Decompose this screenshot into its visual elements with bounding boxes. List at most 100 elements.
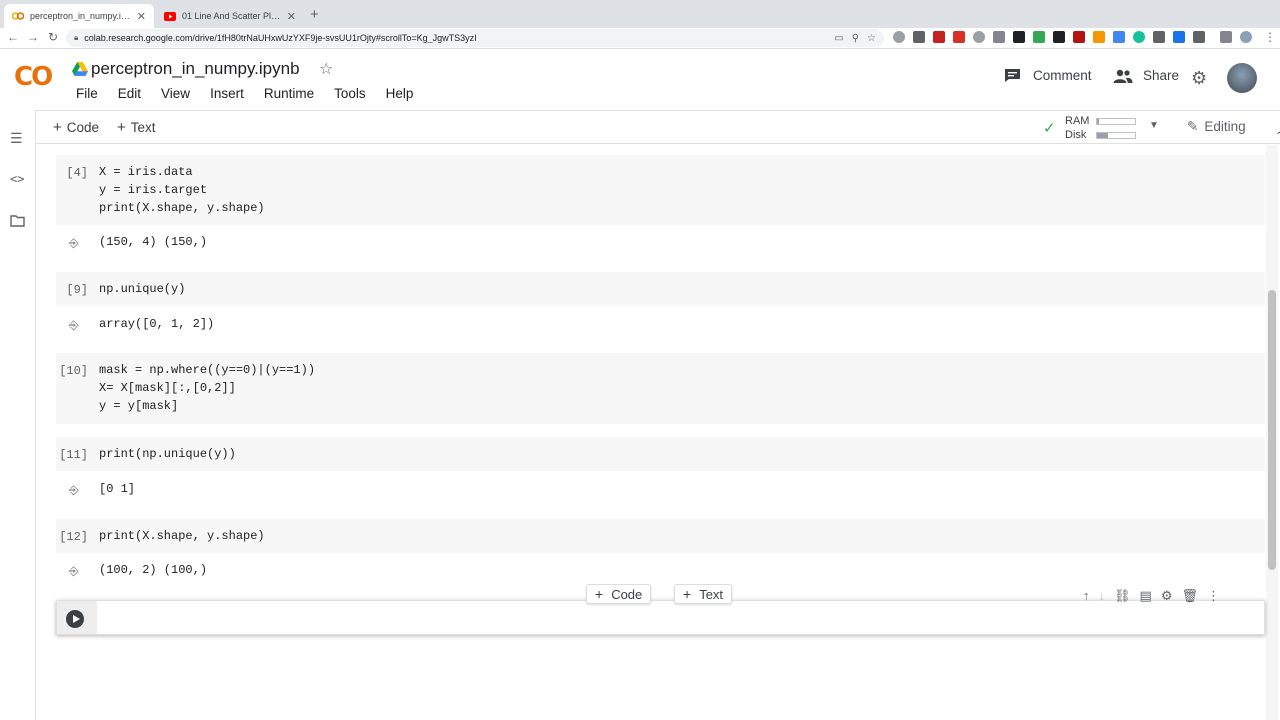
- cell-settings-icon[interactable]: ⚙: [1161, 588, 1173, 604]
- extension-icon[interactable]: [1153, 31, 1165, 43]
- extension-icon[interactable]: [1033, 31, 1045, 43]
- share-button[interactable]: Share: [1113, 68, 1179, 83]
- colab-logo[interactable]: CO: [14, 62, 53, 92]
- menu-help[interactable]: Help: [376, 86, 424, 101]
- pencil-icon: ✎: [1187, 119, 1199, 134]
- insert-code-cell-button[interactable]: + Code: [586, 584, 652, 604]
- code-cell[interactable]: [9] np.unique(y): [56, 272, 1265, 306]
- move-down-icon[interactable]: ↓: [1099, 588, 1106, 604]
- extension-icon[interactable]: [1113, 31, 1125, 43]
- code-line: y = y[mask]: [99, 399, 179, 413]
- link-icon[interactable]: ⛓: [1114, 588, 1131, 604]
- menu-insert[interactable]: Insert: [200, 86, 254, 101]
- code-editor[interactable]: print(np.unique(y)): [99, 445, 236, 463]
- chevron-down-icon[interactable]: ▼: [1149, 120, 1159, 131]
- bookmark-star-icon[interactable]: ☆: [867, 33, 876, 44]
- scrollbar-thumb[interactable]: [1268, 290, 1276, 570]
- output-icon[interactable]: ⎆: [69, 236, 79, 251]
- code-line: X= X[mask][:,[0,2]]: [99, 381, 236, 395]
- profile-avatar-icon[interactable]: [1240, 31, 1252, 43]
- menu-file[interactable]: File: [66, 86, 108, 101]
- run-cell-button[interactable]: [66, 610, 84, 628]
- browser-tab-inactive[interactable]: 01 Line And Scatter Plots - Yo ✕: [156, 4, 304, 28]
- table-of-contents-icon[interactable]: ☰: [10, 130, 23, 147]
- grammarly-icon[interactable]: [1133, 31, 1145, 43]
- tab-title: perceptron_in_numpy.ipynb - C: [30, 11, 133, 21]
- tab-title: 01 Line And Scatter Plots - Yo: [182, 11, 283, 21]
- files-folder-icon[interactable]: [10, 214, 25, 230]
- output-icon[interactable]: ⎆: [69, 564, 79, 579]
- star-icon[interactable]: ☆: [319, 59, 333, 79]
- menu-runtime[interactable]: Runtime: [254, 86, 324, 101]
- ram-bar-fill: [1097, 119, 1099, 124]
- user-avatar[interactable]: [1227, 63, 1257, 93]
- zoom-icon[interactable]: ⚲: [852, 33, 859, 44]
- new-code-cell[interactable]: [56, 600, 1265, 635]
- code-editor[interactable]: np.unique(y): [99, 280, 185, 298]
- browser-tabstrip: perceptron_in_numpy.ipynb - C ✕ 01 Line …: [0, 0, 1280, 28]
- execution-count: [10]: [59, 364, 88, 378]
- comment-icon[interactable]: ▤: [1140, 588, 1152, 604]
- menu-tools[interactable]: Tools: [324, 86, 376, 101]
- menu-view[interactable]: View: [151, 86, 200, 101]
- forward-icon[interactable]: →: [25, 30, 41, 44]
- move-up-icon[interactable]: ↑: [1083, 588, 1090, 604]
- share-label: Share: [1143, 68, 1180, 83]
- editing-label: Editing: [1204, 119, 1246, 134]
- code-editor[interactable]: mask = np.where((y==0)|(y==1)) X= X[mask…: [99, 361, 315, 415]
- reload-icon[interactable]: ↻: [45, 30, 61, 44]
- comment-button[interactable]: Comment: [1004, 68, 1092, 83]
- code-cell[interactable]: [10] mask = np.where((y==0)|(y==1)) X= X…: [56, 353, 1265, 424]
- extension-icon[interactable]: [1193, 31, 1205, 43]
- share-people-icon: [1113, 69, 1133, 83]
- output-icon[interactable]: ⎆: [69, 483, 79, 498]
- rss-extension-icon[interactable]: [1093, 31, 1105, 43]
- code-editor[interactable]: print(X.shape, y.shape): [99, 527, 265, 545]
- close-tab-icon[interactable]: ✕: [137, 10, 146, 23]
- settings-gear-icon[interactable]: ⚙: [1191, 68, 1207, 89]
- plus-icon: +: [117, 119, 126, 136]
- menu-edit[interactable]: Edit: [108, 86, 151, 101]
- editing-mode-button[interactable]: ✎ Editing: [1187, 119, 1246, 135]
- extension-icon[interactable]: [993, 31, 1005, 43]
- add-text-label: Text: [130, 120, 156, 135]
- extension-icon[interactable]: [913, 31, 925, 43]
- code-editor[interactable]: X = iris.data y = iris.target print(X.sh…: [99, 163, 265, 217]
- gmail-extension-icon[interactable]: [933, 31, 945, 43]
- code-line: print(X.shape, y.shape): [99, 201, 265, 215]
- add-code-cell-button[interactable]: + Code: [53, 119, 99, 136]
- youtube-favicon-icon: [164, 10, 176, 22]
- extension-icon[interactable]: [953, 31, 965, 43]
- insert-text-cell-button[interactable]: + Text: [674, 584, 733, 604]
- code-snippets-icon[interactable]: <>: [10, 172, 24, 186]
- address-bar[interactable]: 🔒︎ colab.research.google.com/drive/1fH80…: [66, 29, 884, 47]
- extension-icon[interactable]: [893, 31, 905, 43]
- lock-icon: 🔒︎: [74, 33, 79, 42]
- browser-tab-active[interactable]: perceptron_in_numpy.ipynb - C ✕: [4, 4, 154, 28]
- cell-output: (100, 2) (100,): [99, 563, 208, 577]
- cast-icon[interactable]: ▭: [834, 33, 843, 44]
- output-icon[interactable]: ⎆: [69, 318, 79, 333]
- extension-icon[interactable]: [973, 31, 985, 43]
- delete-trash-icon[interactable]: 🗑︎: [1181, 588, 1198, 604]
- code-cell[interactable]: [12] print(X.shape, y.shape): [56, 519, 1265, 553]
- code-cell[interactable]: [4] X = iris.data y = iris.target print(…: [56, 155, 1265, 225]
- code-cell[interactable]: [11] print(np.unique(y)): [56, 437, 1265, 471]
- new-tab-icon[interactable]: +: [310, 6, 319, 23]
- extension-icon[interactable]: [1073, 31, 1085, 43]
- browser-menu-icon[interactable]: ⋮: [1262, 30, 1278, 44]
- back-icon[interactable]: ←: [5, 30, 21, 44]
- close-tab-icon[interactable]: ✕: [287, 10, 296, 23]
- add-text-cell-button[interactable]: + Text: [117, 119, 156, 136]
- extension-icon[interactable]: [1053, 31, 1065, 43]
- cell-toolbar: +Code +Text ✓ RAM Disk ▼ ✎Editing ︿: [36, 110, 1280, 144]
- disk-label: Disk: [1065, 129, 1087, 141]
- comment-icon: [1005, 69, 1020, 82]
- extension-icon[interactable]: [1173, 31, 1185, 43]
- more-options-icon[interactable]: ⋮: [1207, 588, 1220, 604]
- extension-icon[interactable]: [1013, 31, 1025, 43]
- notebook-title[interactable]: perceptron_in_numpy.ipynb: [91, 59, 300, 79]
- extensions-puzzle-icon[interactable]: [1220, 31, 1232, 43]
- cell-output: array([0, 1, 2]): [99, 317, 215, 331]
- execution-count: [4]: [66, 166, 88, 180]
